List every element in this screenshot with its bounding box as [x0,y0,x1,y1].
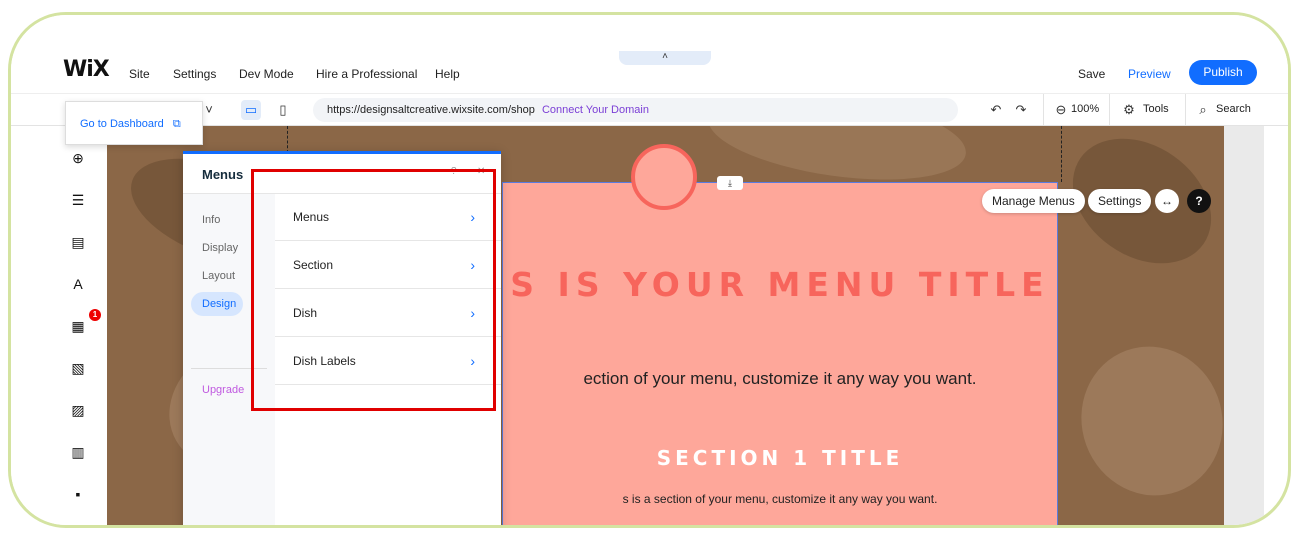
list-item-section[interactable]: Section › [275,242,501,289]
panel-nav-display[interactable]: Display [191,236,243,260]
canvas-scrollbar[interactable] [1224,126,1264,525]
tools-icon[interactable]: ⚙ [1119,100,1139,120]
site-pages-icon[interactable]: ▤ [70,234,86,250]
list-item-label: Dish [293,306,318,320]
section-description[interactable]: s is a section of your menu, customize i… [503,492,1057,506]
close-icon[interactable]: ✕ [477,166,485,177]
toolbar-divider [1185,94,1186,127]
external-link-icon: ⧉ [172,118,181,130]
menu-site[interactable]: Site [129,67,150,81]
anchor-icon[interactable]: ⤓ [717,176,743,190]
menu-settings[interactable]: Settings [173,67,216,81]
panel-nav-design[interactable]: Design [191,292,243,316]
tools-button[interactable]: Tools [1143,103,1169,115]
menu-help[interactable]: Help [435,67,460,81]
help-icon[interactable]: ? [451,166,457,177]
site-url: https://designsaltcreative.wixsite.com/s… [327,104,535,116]
list-item-dish[interactable]: Dish › [275,290,501,337]
wix-logo[interactable]: WiX [63,57,110,82]
desktop-view-icon[interactable]: ▭ [241,100,261,120]
pages-menu-icon[interactable]: ☰ [70,192,86,208]
manage-menus-button[interactable]: Manage Menus [982,189,1085,213]
upgrade-link[interactable]: Upgrade [202,384,244,396]
connect-domain-link[interactable]: Connect Your Domain [542,104,649,116]
panel-nav: Info Display Layout Design Upgrade [183,194,275,525]
panel-nav-layout[interactable]: Layout [191,264,243,288]
list-item-dish-labels[interactable]: Dish Labels › [275,338,501,385]
settings-button[interactable]: Settings [1088,189,1152,213]
chevron-up-icon: ˄ [662,51,668,62]
section-title[interactable]: SECTION 1 TITLE [503,446,1057,470]
gridline [1061,126,1062,182]
save-button[interactable]: Save [1078,67,1105,81]
add-apps-icon[interactable]: ▦ [70,318,86,334]
publish-button[interactable]: Publish [1189,60,1257,85]
flower-logo[interactable] [631,144,697,210]
table-icon[interactable]: ▥ [70,444,86,460]
business-tools-icon[interactable]: ▧ [70,360,86,376]
redo-icon[interactable]: ↷ [1011,100,1031,120]
list-item-label: Menus [293,210,330,224]
stretch-icon[interactable]: ↔ [1155,189,1179,213]
apps-notification-badge: 1 [89,309,101,321]
editor-left-bar: ⊕ ☰ ▤ A ▦ ▧ ▨ ▥ ▪ 1 [11,126,107,525]
search-button[interactable]: Search [1216,103,1251,115]
portfolio-icon[interactable]: ▪ [70,486,86,502]
panel-header: Menus ? ✕ [183,154,501,194]
chevron-right-icon: › [470,257,475,273]
menu-dev-mode[interactable]: Dev Mode [239,67,294,81]
editor-top-bar: WiX Site Settings Dev Mode Hire a Profes… [11,15,1288,93]
go-to-dashboard-tooltip[interactable]: Go to Dashboard ⧉ [65,101,203,145]
search-icon[interactable]: ⌕ [1193,100,1213,120]
list-item-label: Dish Labels [293,354,356,368]
help-icon[interactable]: ? [1187,189,1211,213]
collapse-toolbar-tab[interactable]: ˄ [619,51,711,65]
menu-hire-professional[interactable]: Hire a Professional [316,67,417,81]
paper-texture [1060,326,1224,516]
panel-nav-info[interactable]: Info [191,208,243,232]
add-elements-icon[interactable]: ⊕ [70,150,86,166]
menu-description[interactable]: ection of your menu, customize it any wa… [503,369,1057,389]
chevron-right-icon: › [470,353,475,369]
zoom-level[interactable]: 100% [1071,103,1099,115]
go-to-dashboard-link[interactable]: Go to Dashboard [80,118,164,130]
panel-nav-divider [191,368,267,369]
undo-icon[interactable]: ↶ [986,100,1006,120]
chevron-right-icon: › [470,209,475,225]
preview-button[interactable]: Preview [1128,67,1171,81]
zoom-out-icon[interactable]: ⊖ [1051,100,1071,120]
menu-strip[interactable]: S IS YOUR MENU TITLE ection of your menu… [502,182,1058,525]
panel-title: Menus [202,167,244,182]
menu-title[interactable]: S IS YOUR MENU TITLE [503,259,1057,311]
mobile-view-icon[interactable]: ▯ [273,100,293,120]
chevron-right-icon: › [470,305,475,321]
theme-design-icon[interactable]: A [70,276,86,292]
media-icon[interactable]: ▨ [70,402,86,418]
list-item-label: Section [293,258,334,272]
site-url-bar[interactable]: https://designsaltcreative.wixsite.com/s… [313,98,958,122]
screenshot-frame: WiX Site Settings Dev Mode Hire a Profes… [8,12,1291,528]
toolbar-divider [1109,94,1110,127]
menus-settings-panel: Menus ? ✕ Info Display Layout Design Upg… [183,151,501,525]
toolbar-divider [1043,94,1044,127]
list-item-menus[interactable]: Menus › [275,194,501,241]
